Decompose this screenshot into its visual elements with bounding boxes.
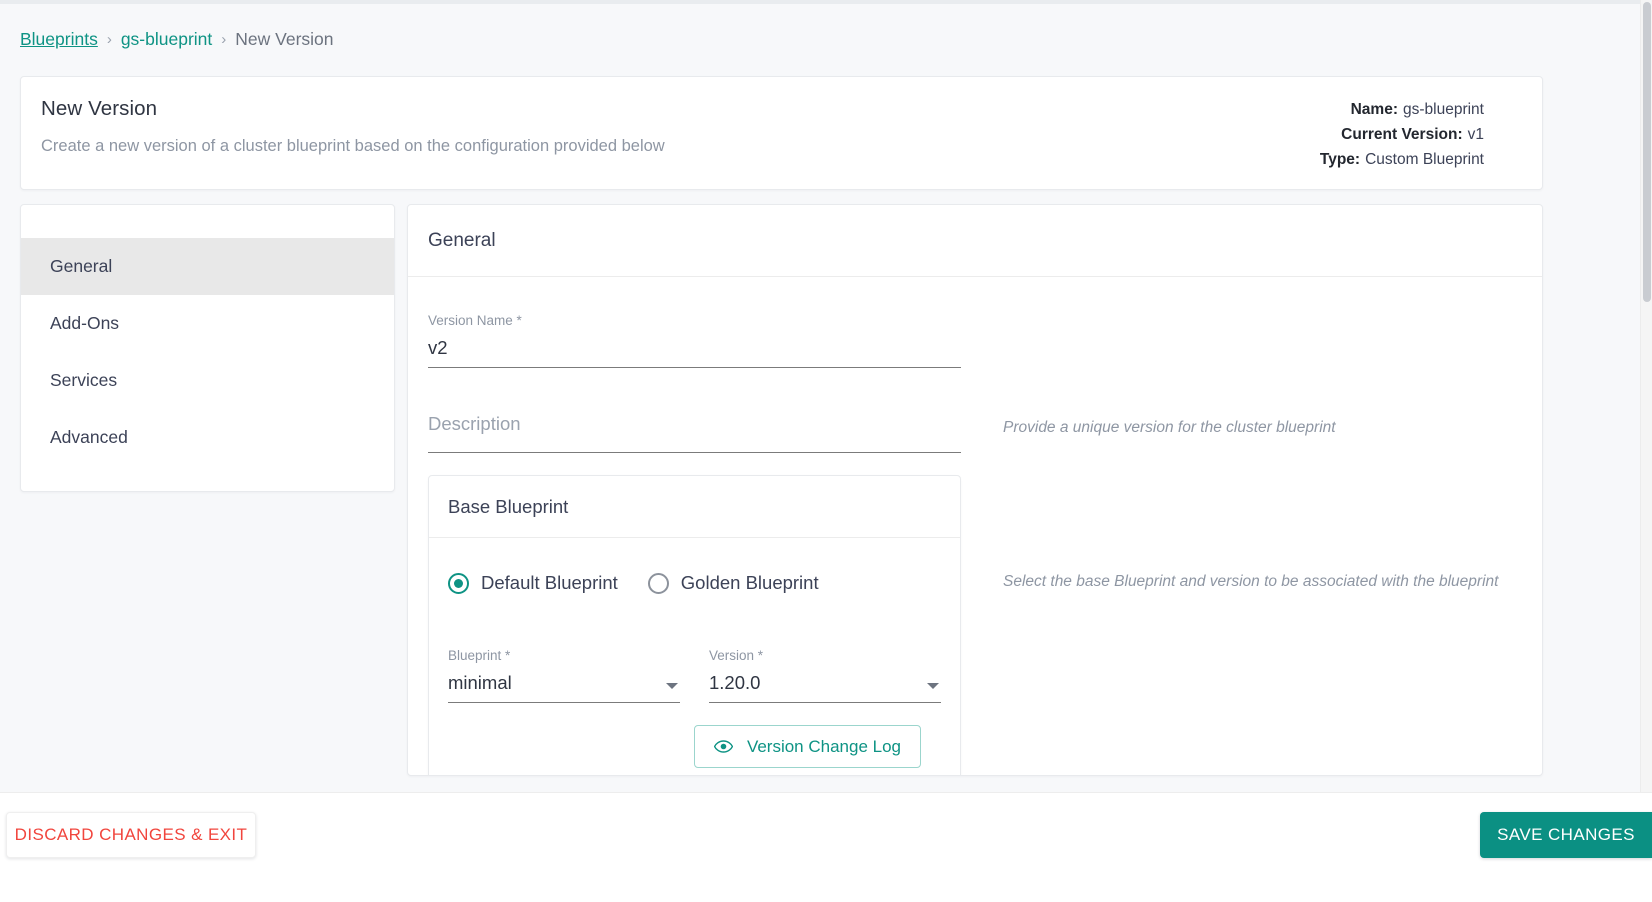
version-name-input[interactable] <box>428 335 961 361</box>
description-field[interactable]: Description <box>428 402 961 453</box>
eye-icon <box>713 740 733 753</box>
settings-nav: General Add-Ons Services Advanced <box>20 204 395 492</box>
sidebar-item-label: Add-Ons <box>50 313 120 333</box>
version-select-label: Version * <box>709 648 764 663</box>
meta-label-current-version: Current Version: <box>1341 126 1463 143</box>
breadcrumb-separator-icon: › <box>106 30 112 48</box>
sidebar-item-label: Advanced <box>50 427 128 447</box>
changelog-button-wrap: Version Change Log <box>448 725 941 768</box>
page-title: New Version <box>41 97 158 120</box>
top-divider <box>0 0 1640 4</box>
sidebar-item-label: General <box>50 256 113 276</box>
page-scrollbar-thumb[interactable] <box>1643 2 1651 302</box>
radio-label: Golden Blueprint <box>680 572 819 593</box>
radio-default-blueprint[interactable]: Default Blueprint <box>448 572 618 594</box>
page-scrollbar-track[interactable] <box>1640 0 1652 792</box>
meta-value-type: Custom Blueprint <box>1365 151 1484 168</box>
base-blueprint-body: Default Blueprint Golden Blueprint Bluep… <box>429 538 960 775</box>
header-card: New Version Create a new version of a cl… <box>20 76 1543 190</box>
base-blueprint-help: Select the base Blueprint and version to… <box>1003 573 1499 590</box>
save-changes-button[interactable]: SAVE CHANGES <box>1480 812 1652 858</box>
meta-label-name: Name: <box>1350 101 1398 118</box>
base-blueprint-panel: Base Blueprint Default Blueprint Golden … <box>428 475 961 775</box>
radio-label: Default Blueprint <box>481 572 618 593</box>
sidebar-item-advanced[interactable]: Advanced <box>21 409 394 466</box>
version-name-help: Provide a unique version for the cluster… <box>1003 419 1336 436</box>
breadcrumb-current: New Version <box>235 28 334 49</box>
base-blueprint-radio-group: Default Blueprint Golden Blueprint <box>448 572 941 594</box>
blueprint-meta: Name: gs-blueprint Current Version: v1 Typ… <box>1320 97 1484 172</box>
section-title: General <box>408 205 1542 277</box>
meta-label-type: Type: <box>1319 151 1361 168</box>
sidebar-item-add-ons[interactable]: Add-Ons <box>21 295 394 352</box>
meta-row-type: Type: Custom Blueprint <box>1320 147 1484 172</box>
page-subtitle: Create a new version of a cluster bluepr… <box>41 137 665 155</box>
sidebar-item-general[interactable]: General <box>21 238 394 295</box>
base-blueprint-title: Base Blueprint <box>429 476 960 538</box>
general-form: Version Name * Description Base Blueprin… <box>408 277 1542 775</box>
meta-value-name: gs-blueprint <box>1403 101 1484 118</box>
version-name-label: Version Name * <box>428 313 522 328</box>
version-select[interactable]: Version * 1.20.0 <box>709 648 941 703</box>
description-input[interactable] <box>428 402 961 446</box>
radio-golden-blueprint[interactable]: Golden Blueprint <box>647 572 819 594</box>
sidebar-item-services[interactable]: Services <box>21 352 394 409</box>
meta-value-current-version: v1 <box>1467 126 1484 143</box>
blueprint-select[interactable]: Blueprint * minimal <box>448 648 680 703</box>
version-name-field[interactable]: Version Name * <box>428 313 961 368</box>
sidebar-item-label: Services <box>50 370 118 390</box>
general-settings-panel: General Version Name * Description Base … <box>407 204 1543 776</box>
help-column: Provide a unique version for the cluster… <box>961 313 1522 775</box>
blueprint-select-value: minimal <box>448 672 512 693</box>
chevron-down-icon <box>927 683 939 689</box>
version-change-log-button[interactable]: Version Change Log <box>693 725 921 768</box>
version-select-value: 1.20.0 <box>709 672 761 693</box>
radio-unselected-icon <box>647 572 669 594</box>
breadcrumb-separator-icon: › <box>221 30 227 48</box>
chevron-down-icon <box>666 683 678 689</box>
blueprint-select-row: Blueprint * minimal Version * 1.20.0 <box>448 648 941 703</box>
meta-row-current-version: Current Version: v1 <box>1320 122 1484 147</box>
page-root: Blueprints › gs-blueprint › New Version … <box>0 0 1652 902</box>
version-change-log-label: Version Change Log <box>746 736 901 756</box>
breadcrumb: Blueprints › gs-blueprint › New Version <box>20 25 334 53</box>
blueprint-select-label: Blueprint * <box>448 648 511 663</box>
breadcrumb-link-blueprints[interactable]: Blueprints <box>20 29 98 50</box>
action-footer: DISCARD CHANGES & EXIT SAVE CHANGES <box>0 792 1652 902</box>
discard-changes-button[interactable]: DISCARD CHANGES & EXIT <box>6 812 256 858</box>
form-column: Version Name * Description Base Blueprin… <box>428 313 961 775</box>
radio-selected-icon <box>448 572 469 594</box>
meta-row-name: Name: gs-blueprint <box>1320 97 1484 122</box>
breadcrumb-link-gs-blueprint[interactable]: gs-blueprint <box>121 29 212 50</box>
